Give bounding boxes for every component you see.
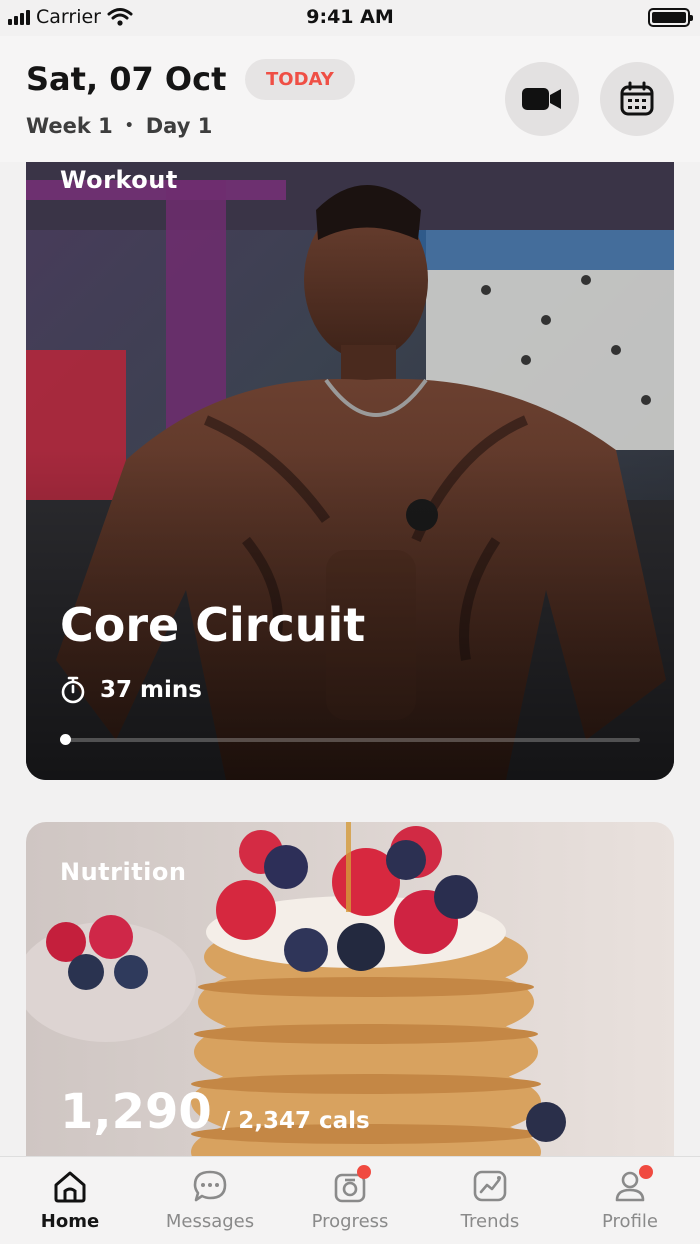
tab-label-messages: Messages xyxy=(165,1211,255,1232)
separator-dot: • xyxy=(124,118,134,134)
bottom-tab-bar: Home Messages Progress Trends Profile xyxy=(0,1156,700,1244)
stopwatch-icon xyxy=(61,676,85,704)
tab-messages[interactable]: Messages xyxy=(140,1157,280,1244)
calories-consumed: 1,290 xyxy=(60,1084,212,1140)
tab-label-profile: Profile xyxy=(602,1211,658,1232)
tab-label-progress: Progress xyxy=(311,1211,389,1232)
nutrition-card[interactable]: Nutrition 1,290 / 2,347 cals xyxy=(26,822,674,1182)
app-screen: Carrier 9:41 AM Sat, 07 Oct TODAY Week 1… xyxy=(0,0,700,1244)
duration-label: 37 mins xyxy=(100,677,202,703)
video-button[interactable] xyxy=(505,62,579,136)
status-bar: Carrier 9:41 AM xyxy=(0,0,700,36)
chart-icon xyxy=(473,1170,507,1202)
tab-home[interactable]: Home xyxy=(0,1157,140,1244)
week-day-indicator: Week 1 • Day 1 xyxy=(26,114,212,138)
workout-duration: 37 mins xyxy=(60,676,202,704)
page-title-date: Sat, 07 Oct xyxy=(26,60,227,98)
calorie-summary: 1,290 / 2,347 cals xyxy=(60,1084,370,1140)
day-header: Sat, 07 Oct TODAY Week 1 • Day 1 xyxy=(0,36,700,162)
progress-badge xyxy=(357,1165,371,1179)
day-label: Day 1 xyxy=(145,114,213,138)
workout-card[interactable]: Workout Core Circuit 37 mins xyxy=(26,120,674,780)
video-camera-icon xyxy=(522,88,561,110)
week-label: Week 1 xyxy=(26,114,113,138)
tab-label-trends: Trends xyxy=(460,1211,520,1232)
workout-title: Core Circuit xyxy=(60,598,366,652)
home-icon xyxy=(54,1171,86,1203)
clock: 9:41 AM xyxy=(306,6,394,28)
calories-target: / 2,347 cals xyxy=(221,1108,370,1134)
tab-trends[interactable]: Trends xyxy=(420,1157,560,1244)
workout-progress-bar xyxy=(60,734,640,745)
calendar-icon xyxy=(620,81,654,116)
tab-label-home: Home xyxy=(40,1211,100,1232)
nutrition-section-label: Nutrition xyxy=(60,858,187,886)
chat-icon xyxy=(193,1170,227,1202)
calendar-button[interactable] xyxy=(600,62,674,136)
profile-badge xyxy=(639,1165,653,1179)
progress-knob xyxy=(60,734,71,745)
today-button[interactable]: TODAY xyxy=(245,59,355,100)
battery-icon xyxy=(648,8,693,27)
workout-section-label: Workout xyxy=(60,166,178,194)
tab-profile[interactable]: Profile xyxy=(560,1157,700,1244)
tab-progress[interactable]: Progress xyxy=(280,1157,420,1244)
